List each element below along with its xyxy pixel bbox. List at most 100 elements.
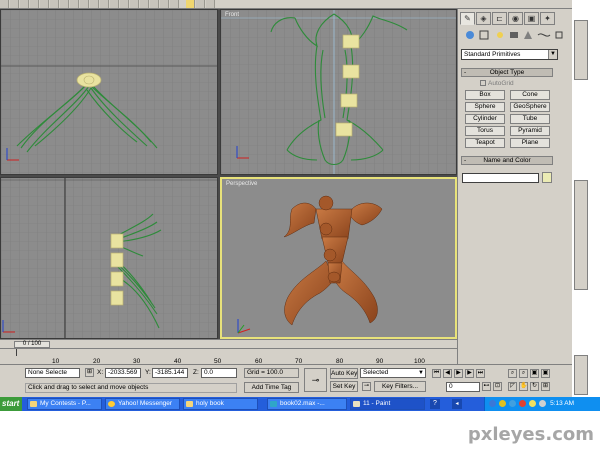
toolbar-button[interactable] <box>90 0 99 8</box>
y-coordinate-field[interactable]: -3185.144 <box>152 368 188 378</box>
add-time-tag-button[interactable]: Add Time Tag <box>244 382 299 393</box>
pan-icon[interactable]: ✋ <box>519 382 528 391</box>
panel-scrollbar[interactable] <box>574 180 588 290</box>
object-color-swatch[interactable] <box>542 172 552 183</box>
autogrid-checkbox[interactable]: AutoGrid <box>480 80 514 87</box>
utilities-tab-icon[interactable]: ✦ <box>540 12 555 25</box>
toolbar-button[interactable] <box>140 0 149 8</box>
start-button[interactable]: start <box>0 397 22 411</box>
time-config-icon[interactable]: ⊡ <box>493 382 502 391</box>
toolbar-button[interactable] <box>160 0 169 8</box>
taskbar-item-yahoo-messenger[interactable]: Yahoo! Messenger <box>105 398 180 410</box>
maximize-viewport-icon[interactable]: ⊞ <box>541 382 550 391</box>
zoom-extents-all-icon[interactable]: ▣ <box>541 369 550 378</box>
top-viewport[interactable] <box>0 9 218 175</box>
space-warps-category-icon[interactable] <box>537 33 551 37</box>
tray-app-icon[interactable] <box>509 400 516 407</box>
scale-icon[interactable] <box>206 0 215 8</box>
toolbar-button[interactable] <box>0 0 9 8</box>
plane-button[interactable]: Plane <box>510 138 550 148</box>
name-and-color-rollout-header[interactable]: - Name and Color <box>461 156 553 165</box>
shapes-category-icon[interactable] <box>479 30 489 40</box>
toolbar-button[interactable] <box>100 0 109 8</box>
perspective-viewport[interactable]: Perspective <box>220 177 457 339</box>
taskbar-item-holy-book[interactable]: holy book <box>183 398 258 410</box>
next-frame-icon[interactable]: ▶ <box>465 369 474 378</box>
tray-app-icon[interactable] <box>489 400 496 407</box>
toolbar-button[interactable] <box>40 0 49 8</box>
time-slider-knob[interactable]: 0 / 100 <box>14 341 50 348</box>
key-mode-toggle-icon[interactable]: ⊷ <box>482 382 491 391</box>
cone-button[interactable]: Cone <box>510 90 550 100</box>
lock-selection-icon[interactable]: ⊞ <box>85 368 94 377</box>
current-frame-field[interactable]: 0 <box>446 382 480 392</box>
box-button[interactable]: Box <box>465 90 505 100</box>
modify-tab-icon[interactable]: ◈ <box>476 12 491 25</box>
cameras-category-icon[interactable] <box>510 32 518 38</box>
object-name-field[interactable] <box>462 173 539 183</box>
volume-icon[interactable] <box>539 400 546 407</box>
language-indicator-icon[interactable]: ◂ <box>452 399 462 409</box>
toolbar-button[interactable] <box>110 0 119 8</box>
object-type-rollout-header[interactable]: - Object Type <box>461 68 553 77</box>
display-tab-icon[interactable]: ▣ <box>524 12 539 25</box>
key-icon[interactable]: ⊸ <box>304 368 327 392</box>
tray-app-icon[interactable] <box>529 400 536 407</box>
toolbar-button[interactable] <box>70 0 79 8</box>
toolbar-button[interactable] <box>10 0 19 8</box>
help-icon[interactable]: ? <box>430 399 440 409</box>
key-icon[interactable]: ⊸ <box>362 382 371 391</box>
zoom-extents-icon[interactable]: ▣ <box>530 369 539 378</box>
create-tab-icon[interactable]: ✎ <box>460 12 475 25</box>
geometry-category-icon[interactable] <box>466 31 474 39</box>
zoom-icon[interactable]: ⌕ <box>508 369 517 378</box>
torus-button[interactable]: Torus <box>465 126 505 136</box>
panel-scrollbar[interactable] <box>574 20 588 80</box>
key-mode-dropdown[interactable]: Selected ▼ <box>360 368 426 378</box>
taskbar-item-book02-max[interactable]: book02.max -... <box>267 398 347 410</box>
toolbar-button[interactable] <box>50 0 59 8</box>
geosphere-button[interactable]: GeoSphere <box>510 102 550 112</box>
toolbar-button[interactable] <box>80 0 89 8</box>
previous-frame-icon[interactable]: ◀ <box>443 369 452 378</box>
tray-app-icon[interactable] <box>499 400 506 407</box>
pyramid-button[interactable]: Pyramid <box>510 126 550 136</box>
cylinder-button[interactable]: Cylinder <box>465 114 505 124</box>
primitive-type-dropdown[interactable]: Standard Primitives ▼ <box>461 49 558 60</box>
left-viewport[interactable] <box>0 177 218 339</box>
go-to-start-icon[interactable]: ⏮ <box>432 369 441 378</box>
toolbar-button[interactable] <box>170 0 179 8</box>
time-slider[interactable]: 0 / 100 <box>0 339 457 348</box>
z-coordinate-field[interactable]: 0.0 <box>201 368 237 378</box>
systems-category-icon[interactable] <box>555 31 563 39</box>
toolbar-button[interactable] <box>130 0 139 8</box>
tube-button[interactable]: Tube <box>510 114 550 124</box>
hierarchy-tab-icon[interactable]: ⊏ <box>492 12 507 25</box>
teapot-button[interactable]: Teapot <box>465 138 505 148</box>
taskbar-item-my-contests[interactable]: My Contests - P... <box>27 398 102 410</box>
toolbar-button[interactable] <box>150 0 159 8</box>
auto-key-button[interactable]: Auto Key <box>330 368 358 379</box>
zoom-all-icon[interactable]: ⌕ <box>519 369 528 378</box>
arc-rotate-icon[interactable]: ↻ <box>530 382 539 391</box>
motion-tab-icon[interactable]: ◉ <box>508 12 523 25</box>
taskbar-item-paint[interactable]: 11 - Paint <box>350 398 425 410</box>
toolbar-button[interactable] <box>20 0 29 8</box>
lights-category-icon[interactable] <box>497 32 503 38</box>
front-viewport[interactable]: Front <box>220 9 457 175</box>
play-icon[interactable]: ▶ <box>454 369 463 378</box>
set-key-button[interactable]: Set Key <box>330 381 358 392</box>
helpers-category-icon[interactable] <box>524 31 532 39</box>
field-of-view-icon[interactable]: ◸ <box>508 382 517 391</box>
rotate-icon[interactable] <box>196 0 205 8</box>
go-to-end-icon[interactable]: ⏭ <box>476 369 485 378</box>
key-filters-button[interactable]: Key Filters... <box>374 381 426 392</box>
select-and-move-icon[interactable] <box>186 0 195 8</box>
sphere-button[interactable]: Sphere <box>465 102 505 112</box>
panel-scrollbar[interactable] <box>574 355 588 395</box>
tray-app-icon[interactable] <box>519 400 526 407</box>
x-coordinate-field[interactable]: -2033.569 <box>105 368 141 378</box>
toolbar-button[interactable] <box>60 0 69 8</box>
track-bar[interactable]: 10 20 30 40 50 60 70 80 90 100 <box>0 348 457 365</box>
toolbar-button[interactable] <box>30 0 39 8</box>
